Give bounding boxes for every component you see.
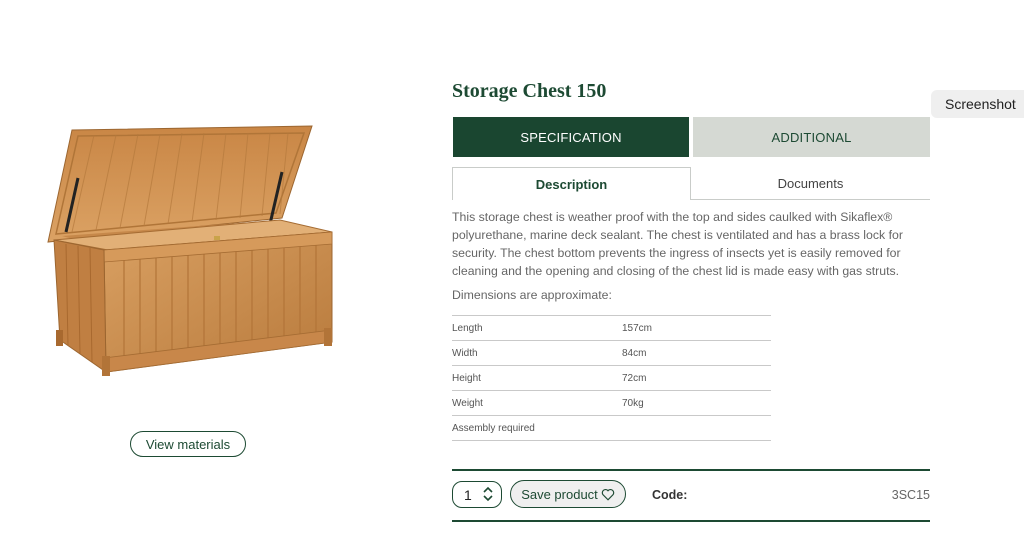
action-bar-bottom-divider — [452, 520, 930, 522]
spec-row-assembly: Assembly required — [452, 415, 771, 441]
main-tabs: SPECIFICATION ADDITIONAL — [453, 117, 930, 157]
product-description: This storage chest is weather proof with… — [452, 210, 903, 278]
quantity-stepper[interactable]: 1 — [452, 481, 502, 508]
spec-value: 84cm — [622, 340, 771, 366]
spec-key: Length — [452, 315, 622, 341]
spec-row-width: Width 84cm — [452, 340, 771, 366]
spec-row-length: Length 157cm — [452, 315, 771, 341]
save-product-button[interactable]: Save product — [510, 480, 626, 508]
spec-key: Assembly required — [452, 415, 622, 441]
spec-row-weight: Weight 70kg — [452, 390, 771, 416]
spec-table: Length 157cm Width 84cm Height 72cm Weig… — [452, 315, 771, 441]
view-materials-button[interactable]: View materials — [130, 431, 246, 457]
heart-icon — [601, 488, 615, 501]
action-bar-top-divider — [452, 469, 930, 471]
screenshot-button[interactable]: Screenshot — [931, 90, 1024, 118]
spec-value — [622, 415, 771, 441]
sub-tabs: Description Documents — [452, 167, 930, 200]
spec-row-height: Height 72cm — [452, 365, 771, 391]
spec-value: 157cm — [622, 315, 771, 341]
tab-additional[interactable]: ADDITIONAL — [693, 117, 930, 157]
product-code-label: Code: — [652, 488, 688, 502]
product-title: Storage Chest 150 — [452, 80, 607, 102]
subtab-documents[interactable]: Documents — [691, 167, 930, 200]
spec-key: Width — [452, 340, 622, 366]
tab-specification[interactable]: SPECIFICATION — [453, 117, 689, 157]
spec-value: 72cm — [622, 365, 771, 391]
dimensions-note: Dimensions are approximate: — [452, 288, 612, 302]
storage-chest-illustration — [47, 125, 333, 376]
quantity-value: 1 — [464, 486, 472, 503]
save-product-label: Save product — [521, 486, 598, 502]
chevron-up-down-icon[interactable] — [482, 485, 494, 503]
subtab-description[interactable]: Description — [452, 167, 691, 200]
product-code-value: 3SC15 — [891, 488, 930, 502]
product-image — [44, 120, 344, 385]
spec-key: Weight — [452, 390, 622, 416]
spec-key: Height — [452, 365, 622, 391]
spec-value: 70kg — [622, 390, 771, 416]
